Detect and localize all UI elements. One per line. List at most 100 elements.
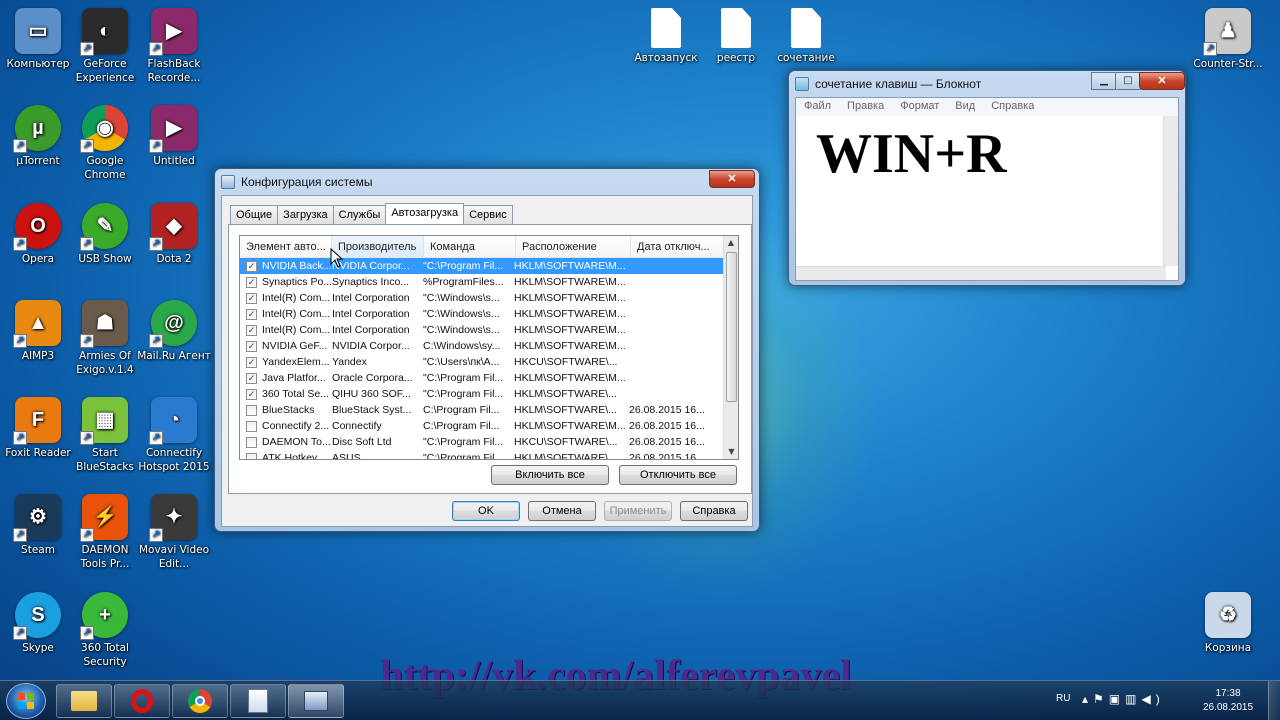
column-header-4[interactable]: Дата отключ... bbox=[631, 236, 725, 257]
desktop-icon-aimp3[interactable]: ▲ ↗ AIMP3 bbox=[0, 300, 76, 363]
desktop-icon-foxit[interactable]: F ↗ Foxit Reader bbox=[0, 397, 76, 460]
tab-4[interactable]: Сервис bbox=[463, 205, 513, 226]
startup-row-checkbox[interactable]: ✓ bbox=[246, 356, 257, 368]
desktop-icon-opera[interactable]: O ↗ Opera bbox=[0, 203, 76, 266]
msconfig-close-button[interactable]: ✕ bbox=[709, 170, 755, 188]
tab-2[interactable]: Службы bbox=[332, 205, 387, 226]
clock[interactable]: 17:38 26.08.2015 bbox=[1196, 687, 1260, 715]
startup-row-checkbox[interactable]: ✓ bbox=[246, 324, 257, 336]
desktop-icon-utorrent[interactable]: µ ↗ µTorrent bbox=[0, 105, 76, 168]
desktop-icon-mailru[interactable]: @ ↗ Mail.Ru Агент bbox=[136, 300, 212, 363]
scroll-down-arrow[interactable]: ▼ bbox=[724, 445, 738, 459]
startup-row[interactable]: ✓ Synaptics Po... Synaptics Inco... %Progra… bbox=[240, 274, 738, 290]
startup-row[interactable]: Connectify 2... Connectify C:\Program Fil.… bbox=[240, 418, 738, 434]
show-desktop-button[interactable] bbox=[1268, 681, 1280, 720]
startup-row[interactable]: ✓ NVIDIA Back... NVIDIA Corpor... "C:\Progr… bbox=[240, 258, 738, 274]
language-indicator[interactable]: RU bbox=[1056, 693, 1070, 704]
desktop-icon-steam[interactable]: ⚙ ↗ Steam bbox=[0, 494, 76, 557]
desktop-icon-flashback[interactable]: ▶ ↗ FlashBack Recorde... bbox=[136, 8, 212, 85]
notepad-menu-0[interactable]: Файл bbox=[804, 100, 831, 114]
msconfig-titlebar[interactable]: Конфигурация системы bbox=[215, 169, 759, 195]
startup-row[interactable]: ✓ Intel(R) Com... Intel Corporation "C:\Win… bbox=[240, 290, 738, 306]
column-header-0[interactable]: Элемент авто... bbox=[240, 236, 332, 257]
maximize-button[interactable]: □ bbox=[1115, 72, 1141, 90]
startup-cell-cmd: "C:\Windows\s... bbox=[423, 324, 500, 336]
desktop-icon-skype[interactable]: S ↗ Skype bbox=[0, 592, 76, 655]
desktop-icon-untitled[interactable]: ▶ ↗ Untitled bbox=[136, 105, 212, 168]
desktop-icon-movavi[interactable]: ✦ ↗ Movavi Video Edit... bbox=[136, 494, 212, 571]
taskbar-msconfig[interactable] bbox=[288, 684, 344, 718]
startup-row[interactable]: ✓ YandexElem... Yandex "C:\Users\пк\A... HKC… bbox=[240, 354, 738, 370]
startup-row-checkbox[interactable]: ✓ bbox=[246, 388, 257, 400]
tab-0[interactable]: Общие bbox=[230, 205, 279, 226]
desktop-icon-geforce[interactable]: ◐ ↗ GeForce Experience bbox=[67, 8, 143, 85]
desktop-icon-autorun[interactable]: Автозапуск bbox=[628, 8, 704, 65]
desktop-icon-usbshow[interactable]: ✎ ↗ USB Show bbox=[67, 203, 143, 266]
taskbar-notepad[interactable] bbox=[230, 684, 286, 718]
update-icon[interactable]: ▣ bbox=[1109, 692, 1125, 706]
show-hidden-icons-icon[interactable]: ▴ bbox=[1082, 692, 1093, 706]
desktop-icon-chrome[interactable]: ◉ ↗ Google Chrome bbox=[67, 105, 143, 182]
notepad-text-area[interactable]: WIN+R bbox=[796, 116, 1166, 266]
startup-row-checkbox[interactable] bbox=[246, 452, 257, 459]
notepad-menu-2[interactable]: Формат bbox=[900, 100, 939, 114]
scroll-up-arrow[interactable]: ▲ bbox=[724, 236, 738, 250]
cancel-button[interactable]: Отмена bbox=[528, 501, 596, 521]
startup-row[interactable]: ✓ Intel(R) Com... Intel Corporation "C:\Win… bbox=[240, 306, 738, 322]
startup-row-checkbox[interactable]: ✓ bbox=[246, 276, 257, 288]
startup-row[interactable]: DAEMON To... Disc Soft Ltd "C:\Program Fil… bbox=[240, 434, 738, 450]
taskbar-chrome[interactable] bbox=[172, 684, 228, 718]
startup-row-checkbox[interactable]: ✓ bbox=[246, 308, 257, 320]
volume-icon[interactable]: ◀) bbox=[1141, 692, 1164, 706]
desktop-icon-connectify[interactable]: ◔ ↗ Connectify Hotspot 2015 bbox=[136, 397, 212, 474]
startup-row[interactable]: BlueStacks BlueStack Syst... C:\Program Fi… bbox=[240, 402, 738, 418]
startup-row-checkbox[interactable]: ✓ bbox=[246, 340, 257, 352]
notepad-menu-3[interactable]: Вид bbox=[955, 100, 975, 114]
startup-list-scrollbar[interactable]: ▲ ▼ bbox=[723, 236, 738, 459]
network-icon[interactable]: ▥ bbox=[1125, 692, 1141, 706]
startup-row[interactable]: ✓ 360 Total Se... QIHU 360 SOF... "C:\Progr… bbox=[240, 386, 738, 402]
startup-row-checkbox[interactable]: ✓ bbox=[246, 260, 257, 272]
startup-row[interactable]: ✓ Java Platfor... Oracle Corpora... "C:\Pro… bbox=[240, 370, 738, 386]
startup-list[interactable]: Элемент авто... Производитель Команда Распо… bbox=[239, 235, 739, 460]
startup-row-checkbox[interactable] bbox=[246, 436, 257, 448]
desktop-icon-daemon[interactable]: ⚡ ↗ DAEMON Tools Pr... bbox=[67, 494, 143, 571]
minimize-button[interactable]: ▁ bbox=[1091, 72, 1117, 90]
help-button[interactable]: Справка bbox=[680, 501, 748, 521]
column-header-3[interactable]: Расположение bbox=[516, 236, 631, 257]
flag-icon[interactable]: ⚑ bbox=[1093, 692, 1109, 706]
startup-row-checkbox[interactable]: ✓ bbox=[246, 292, 257, 304]
desktop-icon-registry[interactable]: реестр bbox=[698, 8, 774, 65]
desktop-icon-shortcut[interactable]: сочетание bbox=[768, 8, 844, 65]
column-header-1[interactable]: Производитель bbox=[332, 236, 424, 257]
desktop-icon-armies[interactable]: ☗ ↗ Armies Of Exigo.v.1.4 bbox=[67, 300, 143, 377]
startup-row-checkbox[interactable] bbox=[246, 404, 257, 416]
close-button[interactable]: ✕ bbox=[1139, 72, 1185, 90]
column-header-2[interactable]: Команда bbox=[424, 236, 516, 257]
disable-all-button[interactable]: Отключить все bbox=[619, 465, 737, 485]
notepad-vscroll[interactable] bbox=[1163, 116, 1178, 266]
ok-button[interactable]: OK bbox=[452, 501, 520, 521]
desktop-icon-360[interactable]: + ↗ 360 Total Security bbox=[67, 592, 143, 669]
desktop-icon-counterstrike[interactable]: ♟ ↗ Counter-Str... bbox=[1190, 8, 1266, 71]
notepad-menu-4[interactable]: Справка bbox=[991, 100, 1034, 114]
scroll-thumb[interactable] bbox=[726, 252, 737, 402]
tab-3[interactable]: Автозагрузка bbox=[385, 203, 465, 224]
notepad-hscroll[interactable] bbox=[796, 266, 1166, 280]
startup-row-checkbox[interactable]: ✓ bbox=[246, 372, 257, 384]
startup-row[interactable]: ATK Hotkey ASUS "C:\Program Fil... HKLM\SOF… bbox=[240, 450, 738, 459]
taskbar-opera[interactable] bbox=[114, 684, 170, 718]
desktop-icon-dota2[interactable]: ◆ ↗ Dota 2 bbox=[136, 203, 212, 266]
desktop-icon-computer[interactable]: ▭ Компьютер bbox=[0, 8, 76, 71]
startup-row-checkbox[interactable] bbox=[246, 420, 257, 432]
tab-1[interactable]: Загрузка bbox=[277, 205, 334, 226]
start-button[interactable] bbox=[6, 683, 46, 719]
notepad-menubar: Файл Правка Формат Вид Справка bbox=[796, 98, 1178, 116]
startup-row[interactable]: ✓ Intel(R) Com... Intel Corporation "C:\Win… bbox=[240, 322, 738, 338]
desktop-icon-bluestacks[interactable]: ▦ ↗ Start BlueStacks bbox=[67, 397, 143, 474]
taskbar-explorer[interactable] bbox=[56, 684, 112, 718]
enable-all-button[interactable]: Включить все bbox=[491, 465, 609, 485]
notepad-menu-1[interactable]: Правка bbox=[847, 100, 884, 114]
desktop-icon-recycle[interactable]: ♻ Корзина bbox=[1190, 592, 1266, 655]
startup-row[interactable]: ✓ NVIDIA GeF... NVIDIA Corpor... C:\Windows… bbox=[240, 338, 738, 354]
